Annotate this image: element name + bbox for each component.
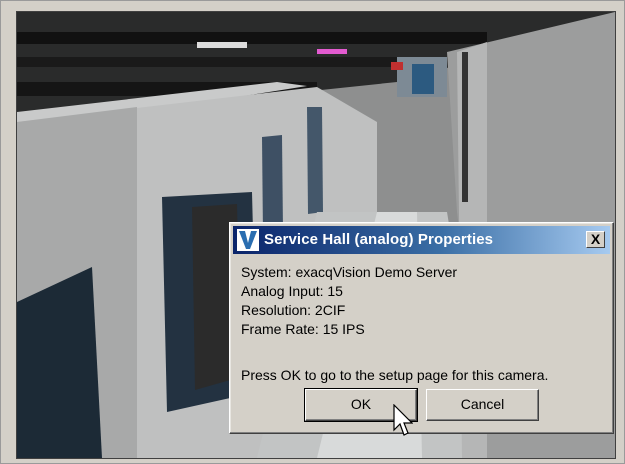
cancel-button[interactable]: Cancel [426, 389, 539, 421]
dialog-title: Service Hall (analog) Properties [264, 231, 494, 248]
close-button[interactable]: X [586, 231, 605, 248]
resolution-label: Resolution: 2CIF [241, 302, 346, 318]
camera-info: System: exacqVision Demo Server Analog I… [241, 263, 457, 339]
setup-prompt: Press OK to go to the setup page for thi… [241, 367, 549, 383]
camera-properties-dialog: Service Hall (analog) Properties X Syste… [229, 222, 614, 436]
analog-input-label: Analog Input: 15 [241, 283, 343, 299]
dialog-titlebar[interactable]: Service Hall (analog) Properties X [233, 226, 610, 254]
system-label: System: exacqVision Demo Server [241, 264, 458, 280]
exacqvision-logo-icon [237, 229, 259, 251]
mouse-pointer-icon [393, 404, 413, 436]
frame-rate-label: Frame Rate: 15 IPS [241, 321, 365, 337]
